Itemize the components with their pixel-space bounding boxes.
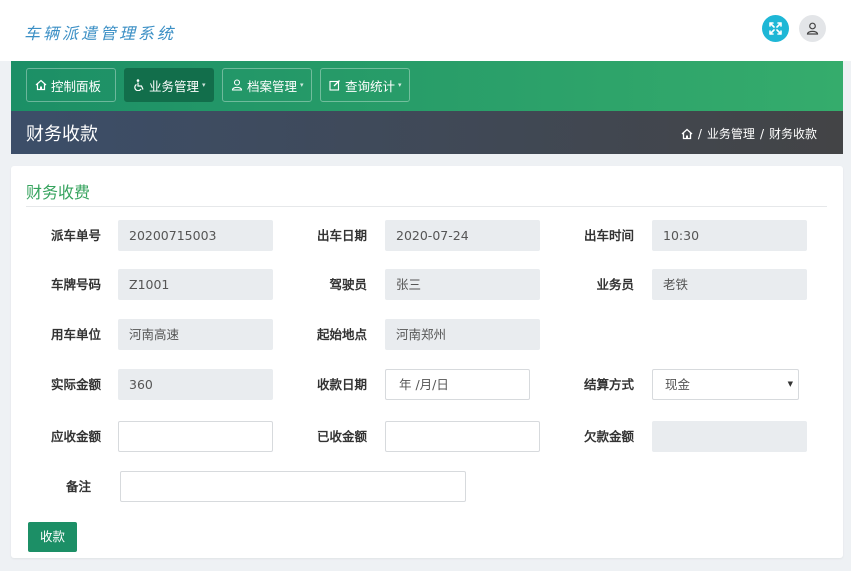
breadcrumb-item[interactable]: 业务管理 <box>707 125 755 142</box>
arrears-field <box>652 421 807 452</box>
chevron-down-icon: ▼ <box>787 380 793 388</box>
nav-item-query-stats[interactable]: 查询统计 ▾ <box>320 68 410 102</box>
nav-item-label: 档案管理 <box>247 78 298 94</box>
nav-item-label: 业务管理 <box>149 78 200 94</box>
driver-label: 驾驶员 <box>329 277 367 292</box>
dispatch-no-label: 派车单号 <box>50 228 101 243</box>
customer-label: 用车单位 <box>50 327 101 342</box>
received-input[interactable] <box>385 421 540 452</box>
remark-input[interactable] <box>120 471 466 502</box>
plate-no-field: Z1001 <box>118 269 273 300</box>
receipt-date-label: 收款日期 <box>316 377 367 392</box>
depart-time-field: 10:30 <box>652 220 807 251</box>
page-header: 财务收款 / 业务管理 / 财务收款 <box>11 111 843 154</box>
arrears-label: 欠款金额 <box>583 429 634 444</box>
nav-item-dashboard[interactable]: 控制面板 <box>26 68 116 102</box>
breadcrumb-item: 财务收款 <box>768 127 817 141</box>
accessible-icon <box>134 79 144 91</box>
actual-amount-label: 实际金额 <box>50 377 101 392</box>
customer-field: 河南高速 <box>118 319 273 350</box>
settlement-selected-value: 现金 <box>665 377 691 392</box>
form-title: 财务收费 <box>26 183 91 202</box>
chevron-down-icon: ▾ <box>202 81 206 89</box>
actual-amount-field: 360 <box>118 369 273 400</box>
received-label: 已收金额 <box>316 429 367 444</box>
salesman-label: 业务员 <box>596 277 634 292</box>
nav-item-label: 查询统计 <box>345 78 396 94</box>
breadcrumb: / 业务管理 / 财务收款 <box>681 125 817 142</box>
depart-time-label: 出车时间 <box>583 228 634 243</box>
nav-item-archives[interactable]: 档案管理 ▾ <box>222 68 312 102</box>
driver-field: 张三 <box>385 269 540 300</box>
user-menu-button[interactable] <box>799 15 826 42</box>
remark-label: 备注 <box>65 479 91 494</box>
dispatch-no-field: 20200715003 <box>118 220 273 251</box>
receivable-label: 应收金额 <box>50 429 101 444</box>
home-icon[interactable] <box>681 128 693 140</box>
user-icon <box>231 79 243 91</box>
collect-payment-button[interactable]: 收款 <box>28 522 77 552</box>
start-place-label: 起始地点 <box>316 327 367 342</box>
receivable-input[interactable] <box>118 421 273 452</box>
depart-date-field: 2020-07-24 <box>385 220 540 251</box>
nav-item-business[interactable]: 业务管理 ▾ <box>124 68 214 102</box>
top-bar: 车辆派遣管理系统 <box>0 0 851 61</box>
chevron-down-icon: ▾ <box>398 81 402 89</box>
settlement-select[interactable]: 现金 ▼ <box>652 369 799 400</box>
app-logo: 车辆派遣管理系统 <box>24 24 177 43</box>
edit-icon <box>329 80 340 91</box>
depart-date-label: 出车日期 <box>316 228 367 243</box>
breadcrumb-separator: / <box>759 126 764 141</box>
plate-no-label: 车牌号码 <box>50 277 101 292</box>
fullscreen-button[interactable] <box>762 15 789 42</box>
settlement-label: 结算方式 <box>583 377 634 392</box>
page-title: 财务收款 <box>26 124 98 145</box>
receipt-date-input[interactable]: 年 /月/日 <box>385 369 530 400</box>
user-icon <box>806 22 819 35</box>
breadcrumb-separator: / <box>697 126 702 141</box>
salesman-field: 老铁 <box>652 269 807 300</box>
home-icon <box>35 79 47 91</box>
expand-icon <box>769 22 782 35</box>
nav-item-label: 控制面板 <box>51 78 102 94</box>
payment-form-card: 财务收费 派车单号 20200715003 出车日期 2020-07-24 出车… <box>11 166 843 558</box>
chevron-down-icon: ▾ <box>300 81 304 89</box>
main-nav: 控制面板 业务管理 ▾ 档案管理 ▾ 查询统计 ▾ <box>11 61 843 111</box>
divider <box>26 206 827 207</box>
start-place-field: 河南郑州 <box>385 319 540 350</box>
